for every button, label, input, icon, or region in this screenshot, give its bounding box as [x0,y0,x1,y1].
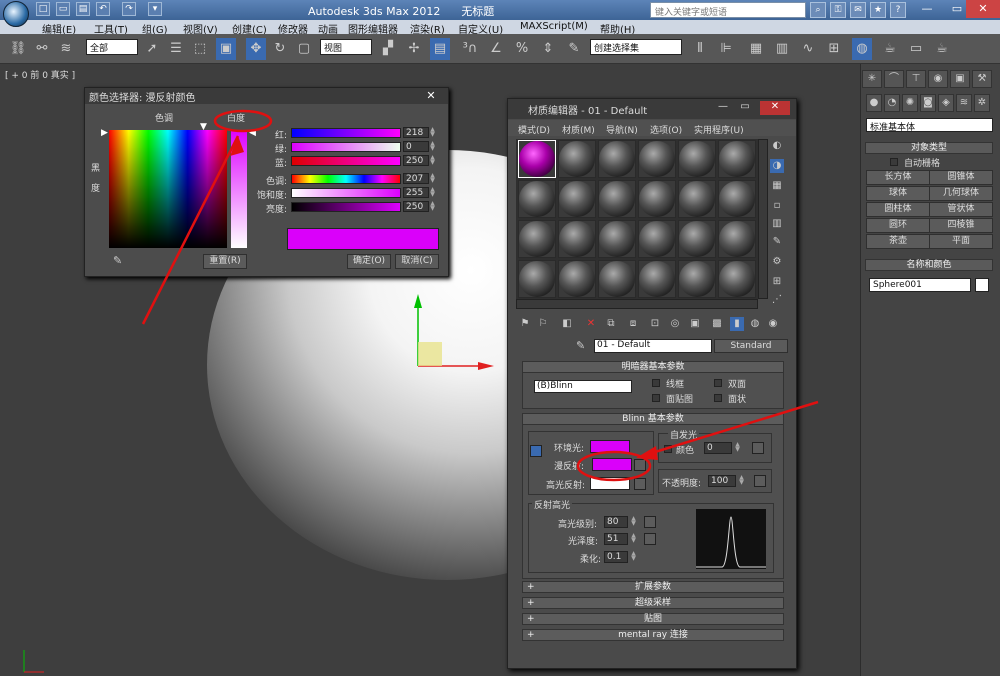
annotation-arrow-whiteness [141,135,240,325]
app-logo-icon[interactable] [3,1,29,27]
annotation-arrow-diffuse [641,400,819,458]
annotation-circle-whiteness [213,109,273,133]
annotation-arrowhead-2 [636,446,658,460]
annotation-overlay [141,109,819,482]
